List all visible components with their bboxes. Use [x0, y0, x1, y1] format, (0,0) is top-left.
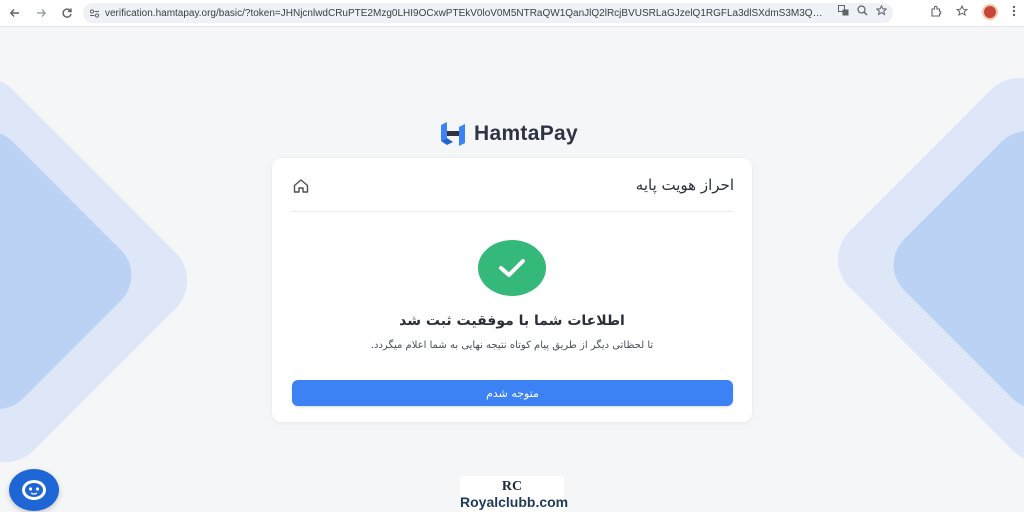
- home-icon[interactable]: [292, 177, 310, 195]
- bookmarks-icon[interactable]: [955, 4, 969, 20]
- reload-icon[interactable]: [58, 4, 76, 22]
- success-message: تا لحظاتی دیگر از طریق پیام کوتاه نتیجه …: [370, 340, 654, 351]
- brand-logo-text: HamtaPay: [474, 122, 578, 145]
- browser-toolbar: verification.hamtapay.org/basic/?token=J…: [0, 0, 1024, 27]
- card-title: احراز هویت پایه: [635, 176, 734, 194]
- acknowledge-button[interactable]: متوجه شدم: [292, 380, 733, 406]
- success-title: اطلاعات شما با موفقیت ثبت شد: [399, 313, 625, 329]
- star-icon[interactable]: [875, 4, 888, 19]
- forward-icon[interactable]: [32, 4, 50, 22]
- extensions-icon[interactable]: [930, 5, 942, 20]
- chat-bot-icon: [22, 480, 46, 500]
- brand-logo: HamtaPay: [438, 121, 578, 147]
- back-icon[interactable]: [6, 4, 24, 22]
- site-info-icon[interactable]: [83, 8, 105, 19]
- address-bar[interactable]: verification.hamtapay.org/basic/?token=J…: [83, 3, 893, 23]
- watermark: RC Royalclubb.com: [460, 476, 569, 512]
- verification-card: احراز هویت پایه اطلاعات شما با موفقیت ثب…: [272, 158, 752, 422]
- profile-avatar[interactable]: [982, 4, 998, 20]
- divider: [290, 211, 734, 212]
- menu-icon[interactable]: [1012, 5, 1016, 20]
- hamtapay-logo-icon: [441, 122, 465, 146]
- zoom-icon[interactable]: [857, 5, 868, 19]
- watermark-mark: RC: [501, 479, 523, 494]
- success-check-icon: [478, 240, 546, 296]
- translate-icon[interactable]: [838, 5, 849, 19]
- url-text[interactable]: verification.hamtapay.org/basic/?token=J…: [105, 8, 825, 19]
- support-chat-button[interactable]: [9, 469, 59, 511]
- watermark-text: Royalclubb.com: [460, 494, 569, 510]
